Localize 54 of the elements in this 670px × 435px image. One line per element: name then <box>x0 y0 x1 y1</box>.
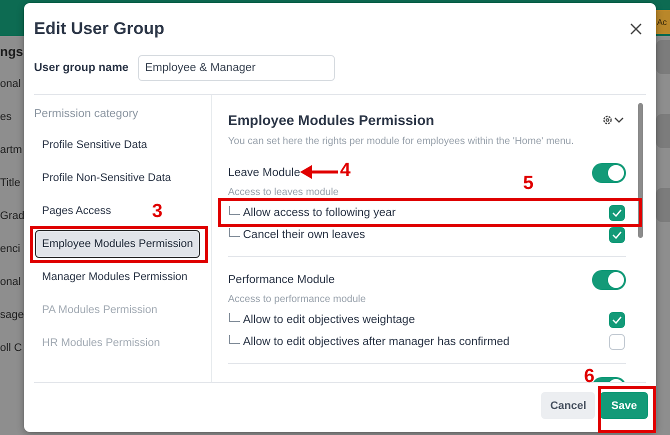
highlight-box <box>598 386 656 433</box>
menu-item[interactable]: enci <box>0 243 20 256</box>
step-number: 5 <box>523 174 534 194</box>
checkbox[interactable] <box>609 312 625 328</box>
menu-item[interactable]: es <box>0 111 12 124</box>
menu-item[interactable]: sage <box>0 309 24 322</box>
step-number: 3 <box>152 202 163 222</box>
menu-item[interactable]: oll C <box>0 342 22 355</box>
cancel-button[interactable]: Cancel <box>541 392 596 419</box>
module-title: Leave Module <box>228 167 300 179</box>
menu-item[interactable]: Title <box>0 177 20 190</box>
tree-line <box>229 312 240 322</box>
category-item[interactable]: Profile Non-Sensitive Data <box>35 164 176 192</box>
tree-line <box>229 206 240 214</box>
check-icon <box>612 231 622 239</box>
module-subtitle: Access to performance module <box>228 294 367 307</box>
menu-item[interactable]: Grad <box>0 210 24 223</box>
module-title: Performance Module <box>228 274 335 286</box>
dialog-title: Edit User Group <box>34 19 164 39</box>
page-heading: ngs <box>0 45 24 59</box>
option-label: Cancel their own leaves <box>243 229 366 241</box>
tree-line <box>229 334 240 344</box>
category-item[interactable]: Profile Sensitive Data <box>35 131 152 159</box>
panel-title: Employee Modules Permission <box>228 112 434 128</box>
checkbox[interactable] <box>609 334 625 350</box>
checkbox[interactable] <box>609 205 625 221</box>
option-label: Allow access to following year <box>243 207 397 219</box>
step-number: 6 <box>584 367 595 387</box>
settings-icon[interactable] <box>602 114 626 126</box>
toggle-switch[interactable] <box>592 163 626 183</box>
action-button[interactable]: Ac <box>656 10 670 34</box>
option-label: Allow to edit objectives weightage <box>243 314 416 326</box>
checkbox[interactable] <box>609 227 625 243</box>
group-name-field[interactable]: Employee & Manager <box>138 55 335 81</box>
field-label: User group name <box>34 62 130 74</box>
module-subtitle: Access to leaves module <box>228 187 340 200</box>
check-icon <box>612 209 622 217</box>
tree-line <box>229 228 240 236</box>
option-label: Allow to edit objectives after manager has confirmed <box>243 336 511 348</box>
menu-item[interactable]: onal <box>0 78 21 91</box>
check-icon <box>612 316 622 324</box>
close-icon[interactable] <box>630 23 642 35</box>
save-button[interactable]: Save <box>600 392 648 419</box>
panel-description: You can set here the rights per module for employees within the 'Home' menu. <box>228 136 575 149</box>
menu-item[interactable]: artm <box>0 144 22 157</box>
arrow <box>300 165 338 179</box>
category-item[interactable]: Employee Modules Permission <box>35 230 200 258</box>
scrollbar[interactable] <box>638 103 643 238</box>
toggle-switch[interactable] <box>592 270 626 290</box>
menu-item[interactable]: onal <box>0 276 21 289</box>
category-item[interactable]: Pages Access <box>35 197 116 225</box>
step-number: 4 <box>340 161 351 181</box>
section-heading: Permission category <box>34 107 140 122</box>
category-item[interactable]: Manager Modules Permission <box>35 263 193 291</box>
